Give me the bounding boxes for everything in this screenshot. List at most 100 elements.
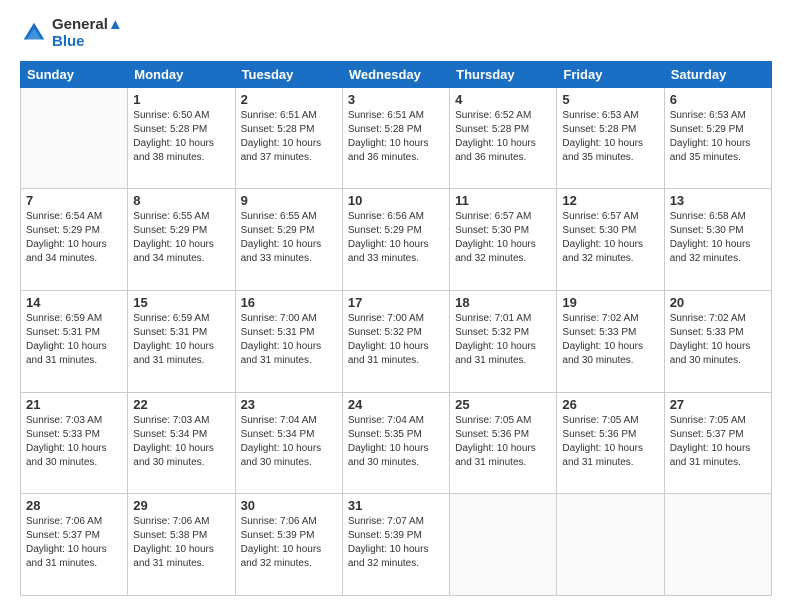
calendar-cell: 16 Sunrise: 7:00 AM Sunset: 5:31 PM Dayli…	[235, 290, 342, 392]
day-number: 15	[133, 295, 229, 310]
calendar-cell: 11 Sunrise: 6:57 AM Sunset: 5:30 PM Dayli…	[450, 189, 557, 291]
day-number: 4	[455, 92, 551, 107]
calendar-cell: 31 Sunrise: 7:07 AM Sunset: 5:39 PM Dayli…	[342, 494, 449, 596]
day-info: Sunrise: 6:52 AM Sunset: 5:28 PM Dayligh…	[455, 109, 551, 165]
calendar-cell: 25 Sunrise: 7:05 AM Sunset: 5:36 PM Dayli…	[450, 392, 557, 494]
calendar-cell: 20 Sunrise: 7:02 AM Sunset: 5:33 PM Dayli…	[664, 290, 771, 392]
day-number: 5	[562, 92, 658, 107]
logo: General▲ Blue	[20, 16, 123, 51]
day-info: Sunrise: 7:06 AM Sunset: 5:39 PM Dayligh…	[241, 515, 337, 571]
calendar-cell: 6 Sunrise: 6:53 AM Sunset: 5:29 PM Daylig…	[664, 87, 771, 189]
calendar-week-5: 28 Sunrise: 7:06 AM Sunset: 5:37 PM Dayli…	[21, 494, 772, 596]
day-info: Sunrise: 6:55 AM Sunset: 5:29 PM Dayligh…	[133, 210, 229, 266]
day-number: 23	[241, 397, 337, 412]
day-number: 1	[133, 92, 229, 107]
calendar-cell: 30 Sunrise: 7:06 AM Sunset: 5:39 PM Dayli…	[235, 494, 342, 596]
weekday-header-friday: Friday	[557, 61, 664, 87]
day-info: Sunrise: 7:01 AM Sunset: 5:32 PM Dayligh…	[455, 312, 551, 368]
day-number: 7	[26, 193, 122, 208]
day-info: Sunrise: 7:04 AM Sunset: 5:35 PM Dayligh…	[348, 414, 444, 470]
calendar-week-2: 7 Sunrise: 6:54 AM Sunset: 5:29 PM Daylig…	[21, 189, 772, 291]
calendar-header-row: SundayMondayTuesdayWednesdayThursdayFrid…	[21, 61, 772, 87]
calendar-cell: 21Sunrise: 7:03 AM Sunset: 5:33 PM Dayli…	[21, 392, 128, 494]
day-info: Sunrise: 6:53 AM Sunset: 5:29 PM Dayligh…	[670, 109, 766, 165]
day-info: Sunrise: 7:06 AM Sunset: 5:37 PM Dayligh…	[26, 515, 122, 571]
calendar-week-3: 14 Sunrise: 6:59 AM Sunset: 5:31 PM Dayli…	[21, 290, 772, 392]
day-info: Sunrise: 6:53 AM Sunset: 5:28 PM Dayligh…	[562, 109, 658, 165]
calendar-cell: 18 Sunrise: 7:01 AM Sunset: 5:32 PM Dayli…	[450, 290, 557, 392]
calendar-cell: 14 Sunrise: 6:59 AM Sunset: 5:31 PM Dayli…	[21, 290, 128, 392]
calendar-cell: 22Sunrise: 7:03 AM Sunset: 5:34 PM Dayli…	[128, 392, 235, 494]
calendar-cell: 26 Sunrise: 7:05 AM Sunset: 5:36 PM Dayli…	[557, 392, 664, 494]
day-info: Sunrise: 7:02 AM Sunset: 5:33 PM Dayligh…	[562, 312, 658, 368]
day-info: Sunrise: 6:59 AM Sunset: 5:31 PM Dayligh…	[133, 312, 229, 368]
day-info: Sunrise: 7:05 AM Sunset: 5:36 PM Dayligh…	[455, 414, 551, 470]
calendar-table: SundayMondayTuesdayWednesdayThursdayFrid…	[20, 61, 772, 597]
day-info: Sunrise: 6:51 AM Sunset: 5:28 PM Dayligh…	[348, 109, 444, 165]
day-info: Sunrise: 7:03 AM Sunset: 5:33 PM Dayligh…	[26, 414, 122, 470]
day-number: 30	[241, 498, 337, 513]
day-info: Sunrise: 7:05 AM Sunset: 5:37 PM Dayligh…	[670, 414, 766, 470]
day-info: Sunrise: 7:06 AM Sunset: 5:38 PM Dayligh…	[133, 515, 229, 571]
day-number: 10	[348, 193, 444, 208]
day-number: 18	[455, 295, 551, 310]
day-number: 2	[241, 92, 337, 107]
weekday-header-sunday: Sunday	[21, 61, 128, 87]
day-number: 26	[562, 397, 658, 412]
day-number: 20	[670, 295, 766, 310]
day-number: 3	[348, 92, 444, 107]
calendar-week-1: 1 Sunrise: 6:50 AM Sunset: 5:28 PM Daylig…	[21, 87, 772, 189]
header: General▲ Blue	[20, 16, 772, 51]
day-info: Sunrise: 7:04 AM Sunset: 5:34 PM Dayligh…	[241, 414, 337, 470]
day-number: 12	[562, 193, 658, 208]
day-number: 22	[133, 397, 229, 412]
day-info: Sunrise: 7:02 AM Sunset: 5:33 PM Dayligh…	[670, 312, 766, 368]
weekday-header-thursday: Thursday	[450, 61, 557, 87]
day-info: Sunrise: 6:55 AM Sunset: 5:29 PM Dayligh…	[241, 210, 337, 266]
calendar-cell	[557, 494, 664, 596]
day-number: 28	[26, 498, 122, 513]
day-info: Sunrise: 7:00 AM Sunset: 5:32 PM Dayligh…	[348, 312, 444, 368]
day-info: Sunrise: 6:57 AM Sunset: 5:30 PM Dayligh…	[455, 210, 551, 266]
day-number: 31	[348, 498, 444, 513]
calendar-week-4: 21Sunrise: 7:03 AM Sunset: 5:33 PM Dayli…	[21, 392, 772, 494]
day-number: 6	[670, 92, 766, 107]
calendar-cell: 8 Sunrise: 6:55 AM Sunset: 5:29 PM Daylig…	[128, 189, 235, 291]
day-number: 13	[670, 193, 766, 208]
calendar-cell: 2 Sunrise: 6:51 AM Sunset: 5:28 PM Daylig…	[235, 87, 342, 189]
calendar-cell: 23 Sunrise: 7:04 AM Sunset: 5:34 PM Dayli…	[235, 392, 342, 494]
weekday-header-tuesday: Tuesday	[235, 61, 342, 87]
day-number: 25	[455, 397, 551, 412]
calendar-cell: 17 Sunrise: 7:00 AM Sunset: 5:32 PM Dayli…	[342, 290, 449, 392]
day-info: Sunrise: 7:07 AM Sunset: 5:39 PM Dayligh…	[348, 515, 444, 571]
day-info: Sunrise: 6:58 AM Sunset: 5:30 PM Dayligh…	[670, 210, 766, 266]
day-number: 27	[670, 397, 766, 412]
calendar-cell: 5 Sunrise: 6:53 AM Sunset: 5:28 PM Daylig…	[557, 87, 664, 189]
day-number: 16	[241, 295, 337, 310]
day-number: 14	[26, 295, 122, 310]
weekday-header-saturday: Saturday	[664, 61, 771, 87]
weekday-header-wednesday: Wednesday	[342, 61, 449, 87]
calendar-cell	[450, 494, 557, 596]
logo-text: General▲ Blue	[52, 16, 123, 51]
day-info: Sunrise: 6:51 AM Sunset: 5:28 PM Dayligh…	[241, 109, 337, 165]
day-info: Sunrise: 7:00 AM Sunset: 5:31 PM Dayligh…	[241, 312, 337, 368]
day-info: Sunrise: 6:54 AM Sunset: 5:29 PM Dayligh…	[26, 210, 122, 266]
day-info: Sunrise: 6:56 AM Sunset: 5:29 PM Dayligh…	[348, 210, 444, 266]
day-number: 11	[455, 193, 551, 208]
calendar-cell: 15 Sunrise: 6:59 AM Sunset: 5:31 PM Dayli…	[128, 290, 235, 392]
day-info: Sunrise: 6:59 AM Sunset: 5:31 PM Dayligh…	[26, 312, 122, 368]
calendar-cell	[21, 87, 128, 189]
day-number: 8	[133, 193, 229, 208]
page: General▲ Blue SundayMondayTuesdayWednesd…	[0, 0, 792, 612]
day-number: 9	[241, 193, 337, 208]
day-info: Sunrise: 6:50 AM Sunset: 5:28 PM Dayligh…	[133, 109, 229, 165]
weekday-header-monday: Monday	[128, 61, 235, 87]
calendar-cell: 12 Sunrise: 6:57 AM Sunset: 5:30 PM Dayli…	[557, 189, 664, 291]
calendar-cell: 28 Sunrise: 7:06 AM Sunset: 5:37 PM Dayli…	[21, 494, 128, 596]
day-info: Sunrise: 7:05 AM Sunset: 5:36 PM Dayligh…	[562, 414, 658, 470]
day-number: 17	[348, 295, 444, 310]
calendar-cell: 29Sunrise: 7:06 AM Sunset: 5:38 PM Dayli…	[128, 494, 235, 596]
day-info: Sunrise: 6:57 AM Sunset: 5:30 PM Dayligh…	[562, 210, 658, 266]
calendar-cell: 13 Sunrise: 6:58 AM Sunset: 5:30 PM Dayli…	[664, 189, 771, 291]
